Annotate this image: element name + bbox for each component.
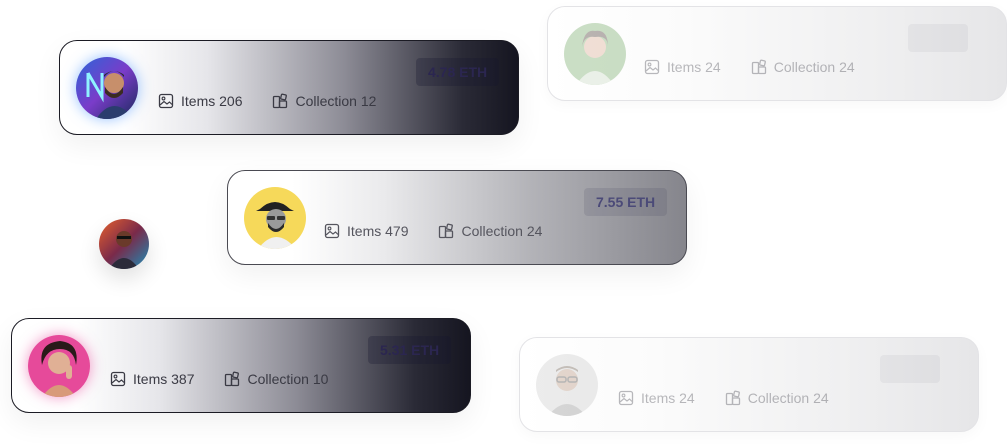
image-icon (644, 59, 660, 75)
items-stat: Items 479 (324, 223, 408, 239)
profile-card-3[interactable]: 7.55 ETH Items 479 Collection 24 (227, 170, 687, 265)
stats-row: Items 479 Collection 24 (324, 223, 542, 239)
collection-icon (273, 93, 288, 109)
stats-row: Items 387 Collection 10 (110, 371, 328, 387)
price-badge (880, 355, 940, 383)
collection-count: Collection 12 (295, 93, 377, 109)
collection-stat: Collection 24 (438, 223, 542, 239)
items-stat: Items 206 (158, 93, 242, 109)
price-badge: 4.78 ETH (416, 58, 500, 86)
stats-row: Items 206 Collection 12 (158, 93, 376, 109)
profile-card-5[interactable]: Items 24 Collection 24 (519, 337, 979, 432)
stats-row: Items 24 Collection 24 (618, 390, 829, 406)
price-badge: 5.31 ETH (368, 336, 452, 364)
floating-avatar (99, 219, 149, 269)
items-count: Items 24 (667, 59, 721, 75)
profile-card-1[interactable]: 4.78 ETH Items 206 Collection 12 (59, 40, 519, 135)
collection-icon (751, 59, 766, 75)
collection-count: Collection 24 (773, 59, 855, 75)
items-count: Items 24 (641, 390, 695, 406)
profile-card-2[interactable]: Items 24 Collection 24 (547, 6, 1007, 101)
items-count: Items 206 (181, 93, 243, 109)
image-icon (110, 371, 126, 387)
collection-stat: Collection 10 (224, 371, 328, 387)
collection-count: Collection 24 (461, 223, 543, 239)
collection-stat: Collection 24 (725, 390, 829, 406)
price-badge: 7.55 ETH (584, 188, 668, 216)
collection-count: Collection 24 (747, 390, 829, 406)
collection-count: Collection 10 (247, 371, 329, 387)
collection-stat: Collection 12 (272, 93, 376, 109)
avatar (536, 354, 598, 416)
collection-icon (725, 390, 740, 406)
price-badge (908, 24, 968, 52)
items-stat: Items 24 (644, 59, 721, 75)
image-icon (158, 93, 174, 109)
profile-card-4[interactable]: 5.31 ETH Items 387 Collection 10 (11, 318, 471, 413)
items-count: Items 387 (133, 371, 195, 387)
avatar (564, 23, 626, 85)
avatar (244, 187, 306, 249)
avatar (28, 335, 90, 397)
collection-icon (225, 371, 240, 387)
items-stat: Items 24 (618, 390, 695, 406)
collection-stat: Collection 24 (751, 59, 855, 75)
collection-icon (439, 223, 454, 239)
items-count: Items 479 (347, 223, 409, 239)
avatar (76, 57, 138, 119)
image-icon (324, 223, 340, 239)
items-stat: Items 387 (110, 371, 194, 387)
image-icon (618, 390, 634, 406)
stats-row: Items 24 Collection 24 (644, 59, 855, 75)
